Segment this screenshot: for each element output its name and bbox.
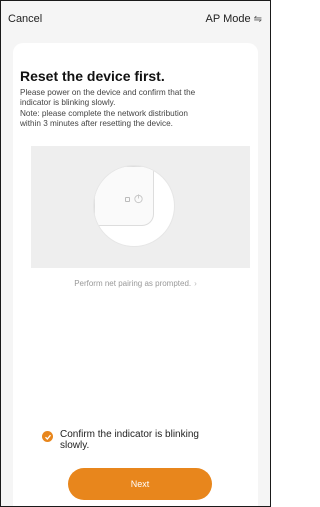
instruction-line: within 3 minutes after resetting the dev… [20,119,173,129]
ap-mode-switch[interactable]: AP Mode ⇋ [206,13,262,25]
cancel-button[interactable]: Cancel [8,13,42,25]
chevron-right-icon: › [194,279,197,288]
instruction-line: Please power on the device and confirm t… [20,88,196,97]
device-zoom-circle [94,166,174,246]
mode-label: AP Mode [205,13,251,25]
device-body [94,166,154,226]
confirm-label: Confirm the indicator is blinking slowly… [60,429,199,451]
nav-bar: Cancel AP Mode ⇋ [1,1,270,37]
hint-text: Perform net pairing as prompted. [74,279,192,288]
indicator-led-icon [125,197,130,202]
instructions: Please power on the device and confirm t… [20,88,256,130]
power-icon [134,194,143,204]
check-icon [42,431,53,442]
swap-icon: ⇋ [253,13,262,25]
instruction-line: indicator is blinking slowly. [20,98,116,108]
instruction-line: Note: please complete the network distri… [20,108,188,118]
device-illustration [31,146,250,268]
page-title: Reset the device first. [20,68,165,84]
confirm-checkbox[interactable]: Confirm the indicator is blinking slowly… [42,429,230,451]
next-button[interactable]: Next [68,468,212,500]
pairing-hint-link[interactable]: Perform net pairing as prompted. › [0,279,271,288]
